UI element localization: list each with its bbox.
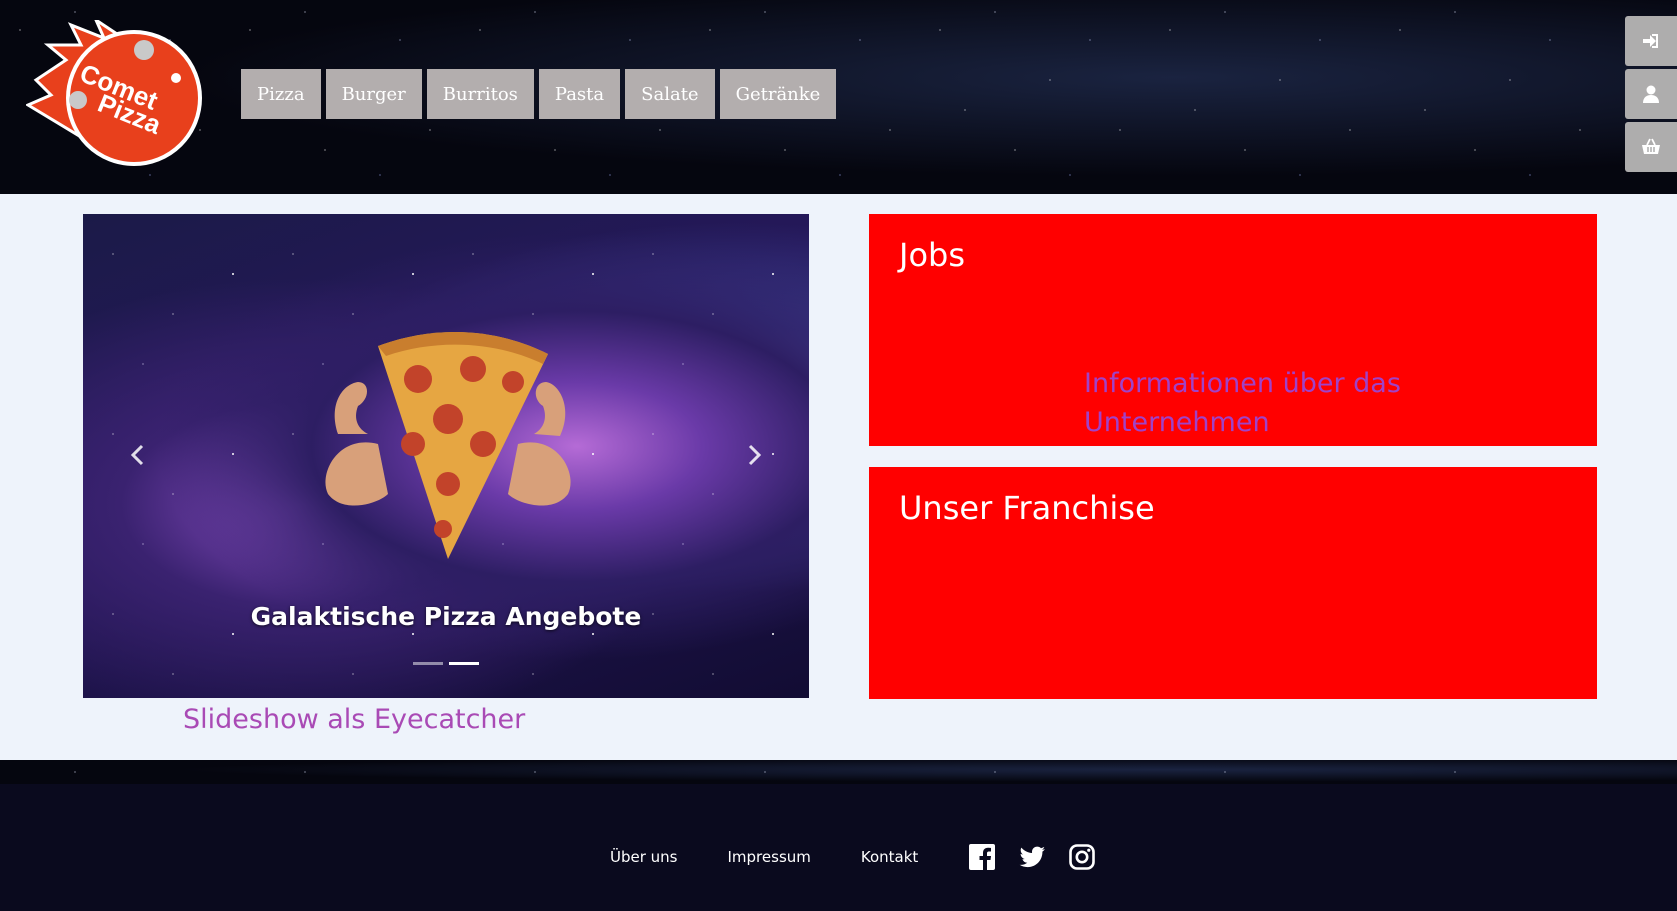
header: Comet Pizza Pizza Burger Burritos Pasta …: [0, 0, 1677, 194]
comet-pizza-logo[interactable]: Comet Pizza: [24, 15, 204, 170]
facebook-icon: [969, 844, 996, 870]
chevron-left-icon[interactable]: [123, 440, 153, 470]
jobs-card[interactable]: Jobs Informationen über das Unternehmen: [869, 214, 1597, 446]
slide-caption: Galaktische Pizza Angebote: [250, 602, 642, 631]
nav-item-getraenke[interactable]: Getränke: [719, 69, 837, 119]
twitter-link[interactable]: [1018, 843, 1046, 871]
login-button[interactable]: [1625, 16, 1677, 66]
nav-item-burritos[interactable]: Burritos: [426, 69, 534, 119]
user-icon: [1643, 85, 1659, 103]
instagram-link[interactable]: [1068, 843, 1096, 871]
jobs-title: Jobs: [899, 236, 965, 274]
franchise-title: Unser Franchise: [899, 489, 1155, 527]
carousel-indicator[interactable]: [413, 662, 443, 665]
footer-link-kontakt[interactable]: Kontakt: [861, 848, 918, 866]
chevron-right-icon[interactable]: [739, 440, 769, 470]
login-icon: [1643, 34, 1658, 48]
carousel-indicator-active[interactable]: [449, 662, 479, 665]
footer: Über uns Impressum Kontakt: [0, 784, 1677, 911]
main-content: Galaktische Pizza Angebote Slideshow als…: [0, 194, 1677, 760]
franchise-card[interactable]: Unser Franchise: [869, 467, 1597, 699]
footer-link-ueber-uns[interactable]: Über uns: [610, 848, 678, 866]
instagram-icon: [1069, 844, 1096, 870]
nav-item-burger[interactable]: Burger: [325, 69, 422, 119]
slideshow[interactable]: Galaktische Pizza Angebote: [83, 214, 809, 698]
company-info-note: Informationen über das Unternehmen: [1084, 368, 1401, 438]
account-button[interactable]: [1625, 69, 1677, 119]
nav-item-pasta[interactable]: Pasta: [538, 69, 621, 119]
facebook-link[interactable]: [968, 843, 996, 871]
footer-link-impressum[interactable]: Impressum: [728, 848, 811, 866]
side-actions: [1625, 16, 1677, 172]
basket-button[interactable]: [1625, 122, 1677, 172]
twitter-icon: [1019, 846, 1046, 868]
slideshow-note: Slideshow als Eyecatcher: [183, 704, 526, 735]
main-nav: Pizza Burger Burritos Pasta Salate Geträ…: [241, 69, 837, 119]
nav-item-salate[interactable]: Salate: [625, 69, 715, 119]
basket-icon: [1642, 138, 1660, 154]
pizza-slice-image: [325, 332, 571, 559]
carousel-indicators: [413, 662, 479, 665]
footer-star-band: [0, 760, 1677, 784]
nav-item-pizza[interactable]: Pizza: [241, 69, 321, 119]
footer-links: Über uns Impressum Kontakt: [610, 843, 1118, 871]
